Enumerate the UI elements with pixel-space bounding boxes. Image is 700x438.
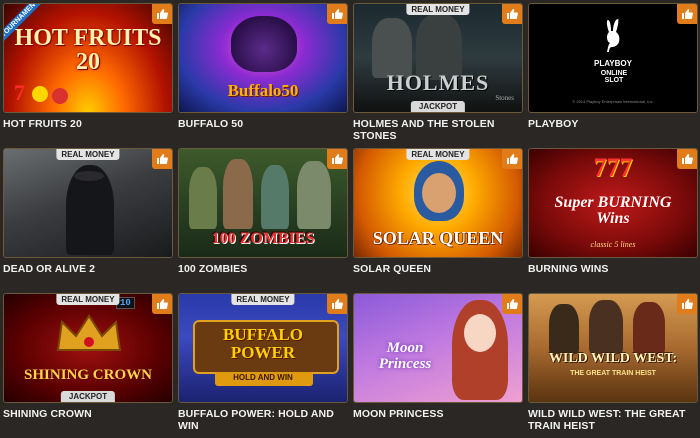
art-title: Buffalo50 (227, 81, 299, 100)
thumbs-up-icon[interactable] (152, 4, 172, 24)
cherry-icon (52, 88, 68, 104)
thumbs-up-icon[interactable] (152, 294, 172, 314)
game-name[interactable]: SHINING CROWN (3, 408, 173, 420)
zombie-figure (261, 165, 289, 229)
princess-face (464, 314, 496, 352)
game-card-playboy[interactable]: PLAYBOY ONLINE SLOT © 2014 Playboy Enter… (528, 3, 698, 148)
thumbs-up-icon[interactable] (152, 149, 172, 169)
thumbs-up-icon[interactable] (502, 294, 522, 314)
real-money-badge: REAL MONEY (56, 149, 120, 160)
star-fruit-icon (32, 86, 48, 102)
thumbs-up-icon[interactable] (327, 294, 347, 314)
game-card-holmes[interactable]: HOLMES Stones REAL MONEY JACKPOT HOLMES … (353, 3, 523, 148)
jackpot-badge: JACKPOT (410, 101, 466, 112)
art-tagline: classic 5 lines (590, 240, 636, 249)
thumbs-up-icon[interactable] (502, 4, 522, 24)
game-name[interactable]: PLAYBOY (528, 118, 698, 130)
game-thumbnail[interactable]: SHINING CROWN 10 REAL MONEY JACKPOT (3, 293, 173, 403)
game-name[interactable]: DEAD OR ALIVE 2 (3, 263, 173, 275)
bunny-logo-icon (602, 18, 624, 54)
game-thumbnail[interactable]: 777 Super BURNING Wins classic 5 lines (528, 148, 698, 258)
game-name[interactable]: MOON PRINCESS (353, 408, 523, 420)
game-grid: HOT FRUITS 20 7 TOURNAMENT HOT FRUITS 20… (3, 3, 698, 438)
thumbs-up-icon[interactable] (677, 294, 697, 314)
game-name[interactable]: HOLMES AND THE STOLEN STONES (353, 118, 523, 142)
art-subtitle: Super BURNING Wins (554, 194, 672, 227)
game-name[interactable]: 100 ZOMBIES (178, 263, 348, 275)
art-subtitle: Stones (495, 94, 514, 102)
buffalo-head-icon (231, 16, 297, 72)
game-card-moon-princess[interactable]: Moon Princess MOON PRINCESS (353, 293, 523, 438)
real-money-badge: REAL MONEY (231, 294, 295, 305)
game-card-burning-wins[interactable]: 777 Super BURNING Wins classic 5 lines B… (528, 148, 698, 293)
game-thumbnail[interactable]: WILD WILD WEST: THE GREAT TRAIN HEIST (528, 293, 698, 403)
detective-figure (372, 18, 412, 78)
game-card-100-zombies[interactable]: 100 ZOMBIES 100 ZOMBIES (178, 148, 348, 293)
art-subtitle: HOLD AND WIN (233, 373, 293, 382)
art-title: HOLMES (386, 70, 490, 95)
game-thumbnail[interactable]: SOLAR QUEEN REAL MONEY (353, 148, 523, 258)
game-card-solar-queen[interactable]: SOLAR QUEEN REAL MONEY SOLAR QUEEN (353, 148, 523, 293)
game-thumbnail[interactable]: REAL MONEY (3, 148, 173, 258)
art-subtitle: THE GREAT TRAIN HEIST (570, 370, 656, 377)
game-card-wild-wild-west[interactable]: WILD WILD WEST: THE GREAT TRAIN HEIST WI… (528, 293, 698, 438)
game-name[interactable]: BURNING WINS (528, 263, 698, 275)
art-title: 100 ZOMBIES (211, 230, 315, 247)
game-name[interactable]: BUFFALO POWER: HOLD AND WIN (178, 408, 348, 432)
game-thumbnail[interactable]: BUFFALO POWER HOLD AND WIN REAL MONEY (178, 293, 348, 403)
copyright-text: © 2014 Playboy Enterprises International… (572, 99, 654, 104)
art-title: SHINING CROWN (24, 367, 152, 383)
art-title: BUFFALO POWER (223, 325, 303, 362)
game-card-buffalo-50[interactable]: Buffalo50 BUFFALO 50 (178, 3, 348, 148)
game-name[interactable]: WILD WILD WEST: THE GREAT TRAIN HEIST (528, 408, 698, 432)
thumbs-up-icon[interactable] (327, 4, 347, 24)
hat-icon (74, 171, 104, 181)
jackpot-badge: JACKPOT (60, 391, 116, 402)
art-subtitle: ONLINE SLOT (600, 70, 628, 84)
game-name[interactable]: HOT FRUITS 20 (3, 118, 173, 130)
art-title: 777 (593, 153, 633, 182)
game-thumbnail[interactable]: 100 ZOMBIES (178, 148, 348, 258)
zombie-figure (223, 159, 253, 229)
art-title: PLAYBOY (594, 59, 632, 68)
thumbs-up-icon[interactable] (677, 4, 697, 24)
game-thumbnail[interactable]: Moon Princess (353, 293, 523, 403)
real-money-badge: REAL MONEY (406, 149, 470, 160)
queen-face (422, 173, 456, 213)
game-card-shining-crown[interactable]: SHINING CROWN 10 REAL MONEY JACKPOT SHIN… (3, 293, 173, 438)
art-title: WILD WILD WEST: (548, 351, 678, 366)
cowboy-figure (589, 300, 623, 354)
art-title: SOLAR QUEEN (372, 228, 504, 248)
crown-icon (54, 312, 124, 354)
cowboy-figure (633, 302, 665, 354)
thumbs-up-icon[interactable] (502, 149, 522, 169)
game-card-dead-or-alive-2[interactable]: REAL MONEY DEAD OR ALIVE 2 (3, 148, 173, 293)
game-name[interactable]: BUFFALO 50 (178, 118, 348, 130)
lucky-seven-icon: 7 (14, 80, 25, 105)
game-thumbnail[interactable]: Buffalo50 (178, 3, 348, 113)
game-card-buffalo-power[interactable]: BUFFALO POWER HOLD AND WIN REAL MONEY BU… (178, 293, 348, 438)
game-thumbnail[interactable]: HOT FRUITS 20 7 TOURNAMENT (3, 3, 173, 113)
game-name[interactable]: SOLAR QUEEN (353, 263, 523, 275)
game-card-hot-fruits-20[interactable]: HOT FRUITS 20 7 TOURNAMENT HOT FRUITS 20 (3, 3, 173, 148)
real-money-badge: REAL MONEY (406, 4, 470, 15)
cowboy-figure (549, 304, 579, 354)
thumbs-up-icon[interactable] (327, 149, 347, 169)
game-thumbnail[interactable]: HOLMES Stones REAL MONEY JACKPOT (353, 3, 523, 113)
game-thumbnail[interactable]: PLAYBOY ONLINE SLOT © 2014 Playboy Enter… (528, 3, 698, 113)
art-title: HOT FRUITS 20 (14, 25, 162, 75)
zombie-figure (189, 167, 217, 229)
zombie-figure (297, 161, 331, 229)
thumbs-up-icon[interactable] (677, 149, 697, 169)
real-money-badge: REAL MONEY (56, 294, 120, 305)
art-title: Moon Princess (378, 340, 432, 372)
